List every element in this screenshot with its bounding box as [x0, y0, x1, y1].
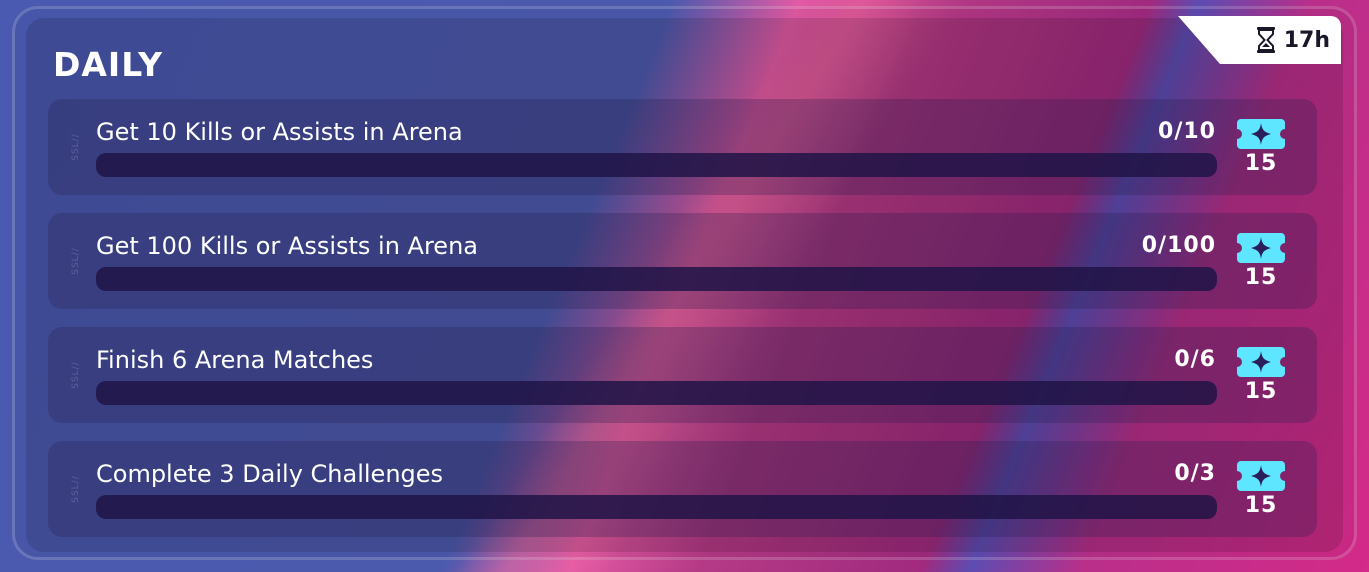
quest-label: Finish 6 Arena Matches [96, 346, 374, 374]
hourglass-icon [1256, 27, 1275, 53]
quest-reward: 15 [1236, 233, 1286, 290]
panel-title: DAILY [53, 45, 163, 84]
quest-item[interactable]: SSL// Get 100 Kills or Assists in Arena … [48, 213, 1317, 309]
quest-item[interactable]: SSL// Get 10 Kills or Assists in Arena 0… [48, 99, 1317, 195]
reward-amount: 15 [1244, 265, 1278, 290]
quest-label: Complete 3 Daily Challenges [96, 460, 444, 488]
quest-progress-text: 0/6 [1174, 347, 1216, 372]
reward-amount: 15 [1244, 379, 1278, 404]
quest-progress-bar [96, 153, 1217, 177]
quest-list: SSL// Get 10 Kills or Assists in Arena 0… [48, 99, 1317, 555]
reward-amount: 15 [1244, 151, 1278, 176]
quest-reward: 15 [1236, 461, 1286, 518]
quest-label: Get 10 Kills or Assists in Arena [96, 118, 463, 146]
ticket-icon [1237, 233, 1285, 263]
quest-progress-bar [96, 267, 1217, 291]
quest-progress-bar [96, 495, 1217, 519]
side-tag-decoration: SSL// [70, 361, 81, 389]
daily-quests-panel: DAILY 17h SSL// Get 10 Kills or Assists … [12, 6, 1357, 560]
reward-amount: 15 [1244, 493, 1278, 518]
quest-item[interactable]: SSL// Finish 6 Arena Matches 0/6 15 [48, 327, 1317, 423]
quest-reward: 15 [1236, 347, 1286, 404]
side-tag-decoration: SSL// [70, 133, 81, 161]
quest-progress-bar [96, 381, 1217, 405]
side-tag-decoration: SSL// [70, 475, 81, 503]
quest-progress-text: 0/10 [1158, 119, 1216, 144]
quest-progress-text: 0/3 [1174, 461, 1216, 486]
ticket-icon [1237, 347, 1285, 377]
side-tag-decoration: SSL// [70, 247, 81, 275]
quest-progress-text: 0/100 [1141, 233, 1216, 258]
quest-label: Get 100 Kills or Assists in Arena [96, 232, 478, 260]
quest-item[interactable]: SSL// Complete 3 Daily Challenges 0/3 15 [48, 441, 1317, 537]
timer-text: 17h [1283, 27, 1330, 53]
ticket-icon [1237, 119, 1285, 149]
ticket-icon [1237, 461, 1285, 491]
quest-reward: 15 [1236, 119, 1286, 176]
timer-content: 17h [1256, 26, 1330, 54]
